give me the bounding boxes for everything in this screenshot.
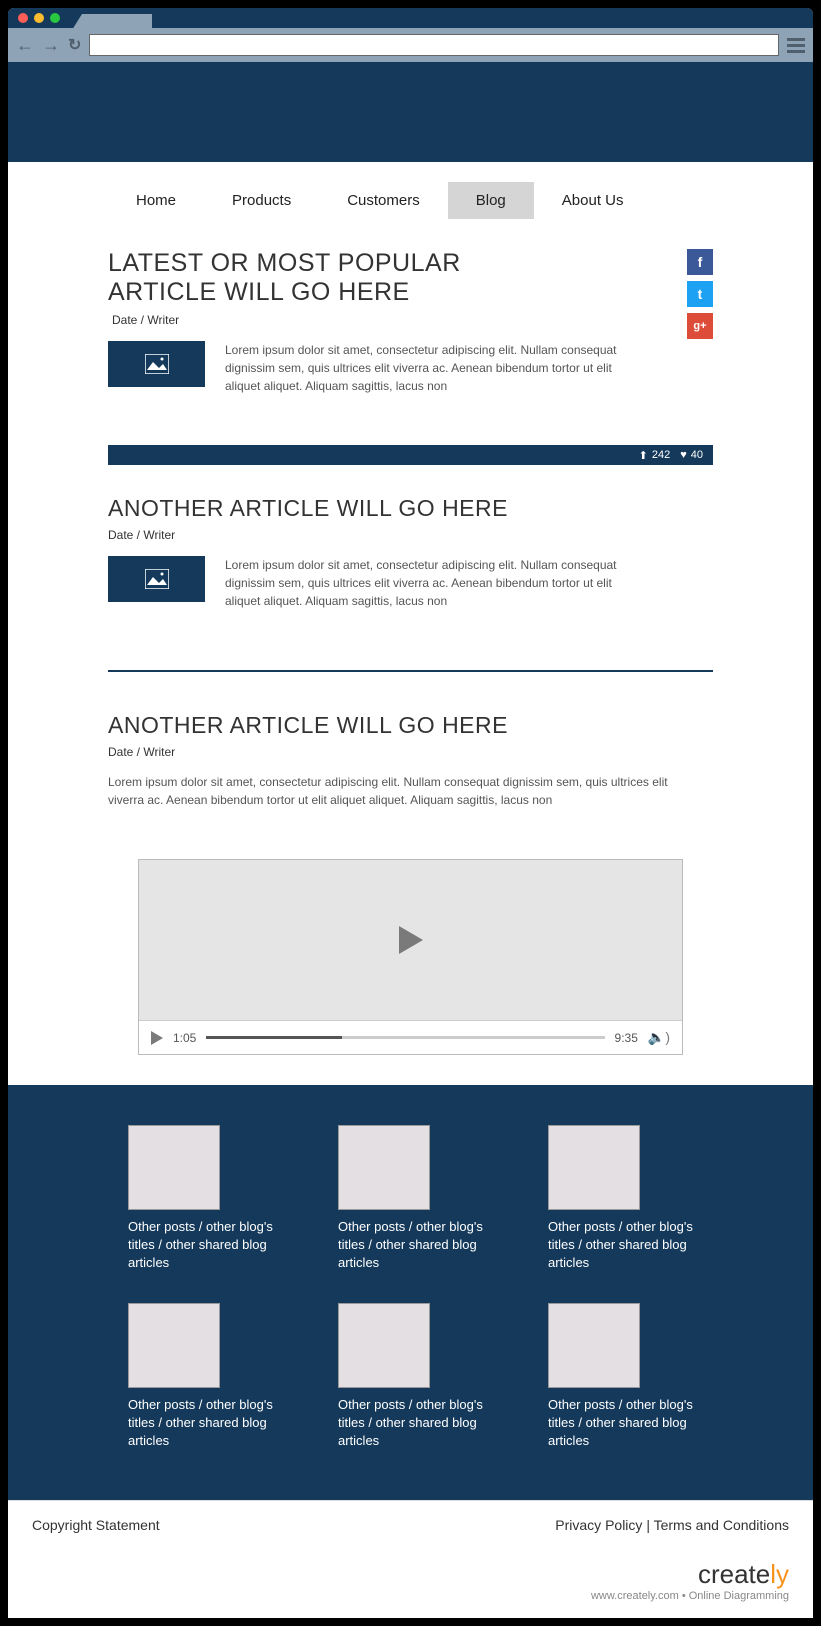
menu-icon[interactable] [787,38,805,53]
terms-link[interactable]: Terms and Conditions [654,1517,789,1533]
related-card[interactable]: Other posts / other blog's titles / othe… [338,1125,498,1273]
card-thumbnail [548,1303,640,1388]
window-maximize-icon[interactable] [50,13,60,23]
like-count: 40 [691,449,703,461]
card-title: Other posts / other blog's titles / othe… [548,1218,708,1273]
window-close-icon[interactable] [18,13,28,23]
article-meta: Date / Writer [108,528,713,542]
video-canvas[interactable] [139,860,682,1020]
branding: creately www.creately.com • Online Diagr… [8,1549,813,1618]
card-title: Other posts / other blog's titles / othe… [338,1396,498,1451]
hero-banner [8,62,813,162]
image-icon [145,569,169,589]
article-title: ANOTHER ARTICLE WILL GO HERE [108,712,713,739]
divider [108,670,713,672]
upload-count: 242 [652,449,670,461]
article-thumbnail [108,341,205,387]
card-title: Other posts / other blog's titles / othe… [548,1396,708,1451]
card-title: Other posts / other blog's titles / othe… [128,1396,288,1451]
nav-blog[interactable]: Blog [448,182,534,219]
related-posts: Other posts / other blog's titles / othe… [8,1085,813,1500]
nav-customers[interactable]: Customers [319,182,448,219]
browser-toolbar: ← → ↻ [8,28,813,62]
like-stat: ♥ 40 [680,449,703,461]
video-current-time: 1:05 [173,1031,196,1045]
card-title: Other posts / other blog's titles / othe… [128,1218,288,1273]
related-card[interactable]: Other posts / other blog's titles / othe… [128,1303,288,1451]
facebook-icon[interactable]: f [687,249,713,275]
creately-logo: creately [32,1559,789,1590]
reload-icon[interactable]: ↻ [68,35,81,55]
separator: | [646,1517,653,1533]
article-meta: Date / Writer [108,313,713,327]
twitter-icon[interactable]: t [687,281,713,307]
card-thumbnail [548,1125,640,1210]
article-excerpt: Lorem ipsum dolor sit amet, consectetur … [225,556,625,610]
window-minimize-icon[interactable] [34,13,44,23]
nav-about[interactable]: About Us [534,182,652,219]
branding-tagline: www.creately.com • Online Diagramming [32,1590,789,1602]
article-meta: Date / Writer [108,745,713,759]
heart-icon: ♥ [680,449,687,461]
article-thumbnail [108,556,205,602]
browser-tab-bar [8,8,813,28]
card-thumbnail [128,1303,220,1388]
forward-icon[interactable]: → [42,35,60,56]
related-card[interactable]: Other posts / other blog's titles / othe… [338,1303,498,1451]
related-card[interactable]: Other posts / other blog's titles / othe… [548,1303,708,1451]
nav-products[interactable]: Products [204,182,319,219]
url-input[interactable] [89,34,779,56]
card-thumbnail [128,1125,220,1210]
volume-icon[interactable]: 🔈) [648,1029,670,1046]
browser-tab[interactable] [72,14,92,30]
video-total-time: 9:35 [615,1031,638,1045]
article-title: LATEST OR MOST POPULAR ARTICLE WILL GO H… [108,249,548,307]
main-nav: Home Products Customers Blog About Us [8,162,813,229]
nav-home[interactable]: Home [108,182,204,219]
video-player[interactable]: 1:05 9:35 🔈) [138,859,683,1055]
related-card[interactable]: Other posts / other blog's titles / othe… [128,1125,288,1273]
related-card[interactable]: Other posts / other blog's titles / othe… [548,1125,708,1273]
upload-stat: ⬆ 242 [639,449,671,462]
privacy-link[interactable]: Privacy Policy [555,1517,642,1533]
card-thumbnail [338,1125,430,1210]
play-icon[interactable] [399,926,423,954]
article-title: ANOTHER ARTICLE WILL GO HERE [108,495,713,522]
video-controls: 1:05 9:35 🔈) [139,1020,682,1054]
stats-bar: ⬆ 242 ♥ 40 [108,445,713,465]
copyright: Copyright Statement [32,1517,160,1533]
video-progress[interactable] [206,1036,604,1039]
play-button-icon[interactable] [151,1031,163,1045]
footer: Copyright Statement Privacy Policy | Ter… [8,1500,813,1549]
back-icon[interactable]: ← [16,35,34,56]
social-share-column: f t g+ [687,249,713,339]
upload-icon: ⬆ [639,449,648,462]
googleplus-icon[interactable]: g+ [687,313,713,339]
card-thumbnail [338,1303,430,1388]
article-excerpt: Lorem ipsum dolor sit amet, consectetur … [225,341,625,395]
article-excerpt: Lorem ipsum dolor sit amet, consectetur … [108,773,668,809]
card-title: Other posts / other blog's titles / othe… [338,1218,498,1273]
image-icon [145,354,169,374]
